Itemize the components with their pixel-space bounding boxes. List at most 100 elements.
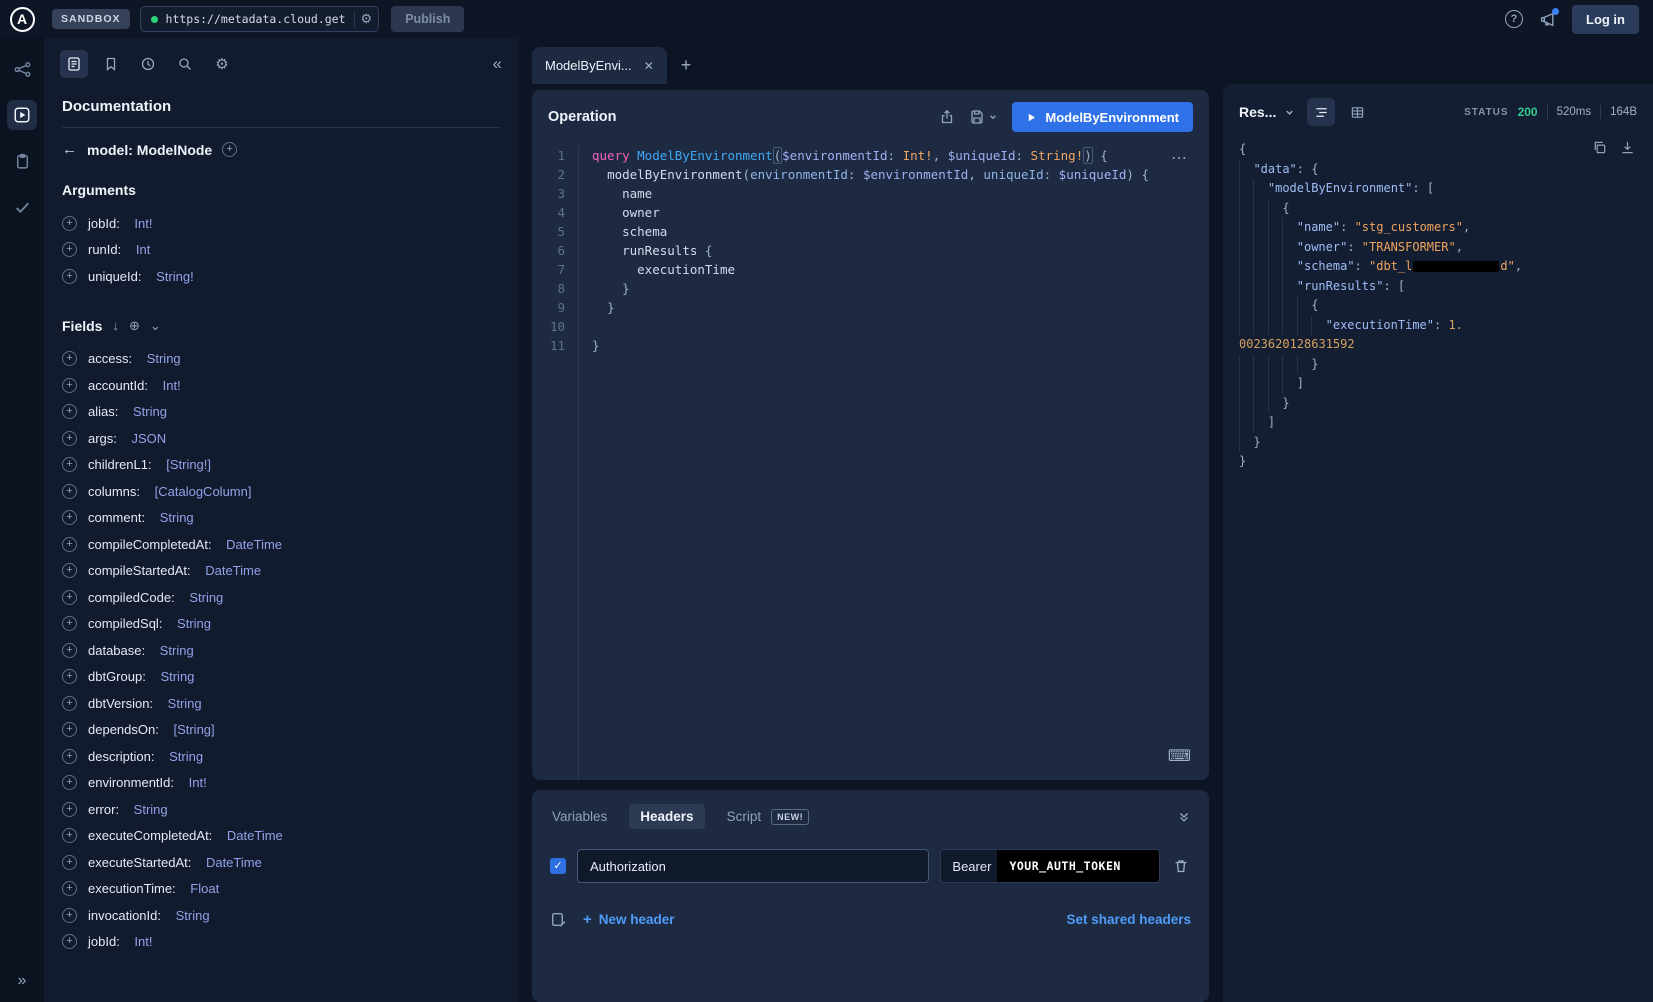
field-item[interactable]: +columns: [CatalogColumn] [62, 478, 500, 505]
sort-fields-icon[interactable]: ↓ [112, 318, 119, 333]
field-type[interactable]: String [169, 749, 203, 764]
add-field-plus-icon[interactable]: + [62, 669, 77, 684]
search-icon[interactable] [171, 50, 199, 78]
add-field-plus-icon[interactable]: + [62, 404, 77, 419]
field-item[interactable]: +compiledSql: String [62, 611, 500, 638]
keyboard-shortcuts-icon[interactable]: ⌨ [1168, 746, 1191, 766]
add-field-plus-icon[interactable]: + [62, 510, 77, 525]
header-value-input[interactable]: Bearer YOUR_AUTH_TOKEN [940, 849, 1160, 883]
field-type[interactable]: Int! [189, 775, 207, 790]
help-icon[interactable]: ? [1505, 10, 1523, 28]
add-field-plus-icon[interactable]: + [62, 563, 77, 578]
checklist-icon[interactable] [7, 192, 37, 222]
announcements-megaphone-icon[interactable] [1539, 11, 1556, 28]
schema-graph-icon[interactable] [7, 54, 37, 84]
field-type[interactable]: String [134, 802, 168, 817]
tab-script[interactable]: Script [725, 804, 764, 829]
bulk-edit-icon[interactable] [550, 911, 567, 928]
editor-overflow-menu-icon[interactable]: ⋯ [1171, 148, 1189, 168]
operations-clipboard-icon[interactable] [7, 146, 37, 176]
field-type[interactable]: DateTime [205, 563, 261, 578]
argument-item[interactable]: +jobId: Int! [62, 210, 500, 237]
saved-operations-bookmark-icon[interactable] [97, 50, 125, 78]
publish-button[interactable]: Publish [391, 6, 464, 32]
field-type[interactable]: Int! [134, 934, 152, 949]
field-type[interactable]: [String!] [166, 457, 211, 472]
field-type[interactable]: Int! [163, 378, 181, 393]
header-enabled-checkbox[interactable]: ✓ [550, 858, 566, 874]
field-item[interactable]: +compiledCode: String [62, 584, 500, 611]
add-field-plus-icon[interactable]: + [62, 590, 77, 605]
table-view-icon[interactable] [1343, 98, 1371, 126]
field-item[interactable]: +dbtVersion: String [62, 690, 500, 717]
field-type[interactable]: String [160, 669, 194, 684]
field-type[interactable]: Float [190, 881, 219, 896]
add-field-plus-icon[interactable]: + [62, 828, 77, 843]
pretty-print-icon[interactable] [1307, 98, 1335, 126]
settings-gear-icon[interactable]: ⚙ [208, 50, 236, 78]
add-field-plus-icon[interactable]: + [62, 802, 77, 817]
run-operation-button[interactable]: ModelByEnvironment [1012, 102, 1193, 132]
field-item[interactable]: +childrenL1: [String!] [62, 452, 500, 479]
field-type[interactable]: Int [136, 242, 150, 257]
field-item[interactable]: +error: String [62, 796, 500, 823]
field-item[interactable]: +database: String [62, 637, 500, 664]
add-field-plus-icon[interactable]: + [62, 484, 77, 499]
field-type[interactable]: String [160, 643, 194, 658]
argument-item[interactable]: +uniqueId: String! [62, 263, 500, 290]
field-type[interactable]: JSON [132, 431, 167, 446]
auth-token-value[interactable]: YOUR_AUTH_TOKEN [997, 850, 1159, 882]
field-item[interactable]: +jobId: Int! [62, 929, 500, 956]
add-field-plus-icon[interactable]: + [62, 855, 77, 870]
apollo-logo[interactable]: A [0, 7, 44, 32]
field-type[interactable]: String [189, 590, 223, 605]
add-field-plus-icon[interactable]: + [62, 775, 77, 790]
field-item[interactable]: +alias: String [62, 399, 500, 426]
field-type[interactable]: DateTime [226, 537, 282, 552]
response-body[interactable]: {"data": {"modelByEnvironment": [{"name"… [1239, 140, 1637, 988]
share-operation-icon[interactable] [939, 109, 955, 125]
field-type[interactable]: String [147, 351, 181, 366]
delete-header-icon[interactable] [1171, 858, 1191, 874]
add-field-plus-icon[interactable]: + [62, 216, 77, 231]
field-type[interactable]: [CatalogColumn] [155, 484, 252, 499]
field-item[interactable]: +accountId: Int! [62, 372, 500, 399]
argument-item[interactable]: +runId: Int [62, 237, 500, 264]
explorer-icon[interactable] [7, 100, 37, 130]
new-header-button[interactable]: + New header [583, 911, 675, 928]
add-field-plus-icon[interactable]: + [62, 351, 77, 366]
add-field-plus-icon[interactable]: + [62, 908, 77, 923]
field-type[interactable]: String [133, 404, 167, 419]
field-item[interactable]: +environmentId: Int! [62, 770, 500, 797]
login-button[interactable]: Log in [1572, 5, 1639, 34]
add-field-plus-icon[interactable]: + [62, 722, 77, 737]
field-item[interactable]: +executionTime: Float [62, 876, 500, 903]
field-type[interactable]: String [177, 616, 211, 631]
field-item[interactable]: +executeCompletedAt: DateTime [62, 823, 500, 850]
add-all-fields-icon[interactable]: + [222, 142, 237, 157]
graphql-editor[interactable]: 1234567891011 query ModelByEnvironment($… [532, 140, 1209, 780]
field-item[interactable]: +invocationId: String [62, 902, 500, 929]
add-field-plus-icon[interactable]: + [62, 643, 77, 658]
field-item[interactable]: +description: String [62, 743, 500, 770]
field-item[interactable]: +compileCompletedAt: DateTime [62, 531, 500, 558]
add-field-plus-icon[interactable]: + [62, 378, 77, 393]
field-type[interactable]: DateTime [206, 855, 262, 870]
documentation-tab-icon[interactable] [60, 50, 88, 78]
back-arrow-icon[interactable]: ← [62, 141, 77, 158]
tab-headers[interactable]: Headers [629, 804, 704, 829]
field-type[interactable]: String! [156, 269, 194, 284]
chevron-down-icon[interactable]: ⌄ [150, 318, 161, 334]
field-item[interactable]: +comment: String [62, 505, 500, 532]
endpoint-url-input[interactable]: https://metadata.cloud.get ⚙ [140, 6, 380, 32]
endpoint-settings-gear-icon[interactable]: ⚙ [354, 11, 373, 27]
field-item[interactable]: +dbtGroup: String [62, 664, 500, 691]
add-field-plus-icon[interactable]: + [62, 881, 77, 896]
save-operation-button[interactable] [969, 109, 998, 125]
add-field-plus-icon[interactable]: + [62, 537, 77, 552]
field-item[interactable]: +dependsOn: [String] [62, 717, 500, 744]
code-lines[interactable]: query ModelByEnvironment($environmentId:… [578, 146, 1209, 780]
copy-response-icon[interactable] [1592, 140, 1607, 155]
response-dropdown-chevron-icon[interactable] [1284, 107, 1295, 118]
expand-rail-icon[interactable]: » [18, 972, 27, 990]
